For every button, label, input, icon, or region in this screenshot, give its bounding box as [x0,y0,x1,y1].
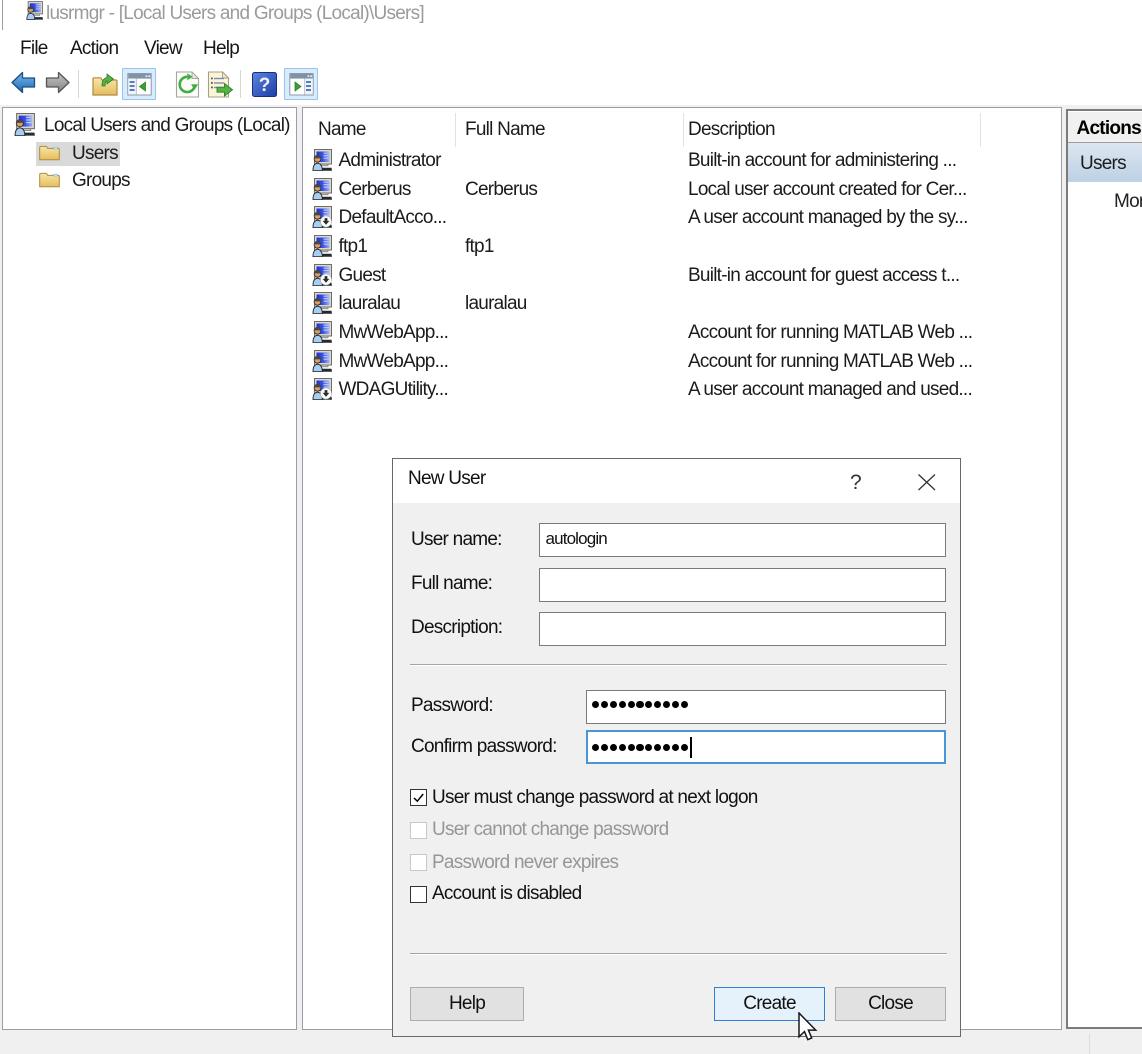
svg-text:?: ? [259,75,271,96]
